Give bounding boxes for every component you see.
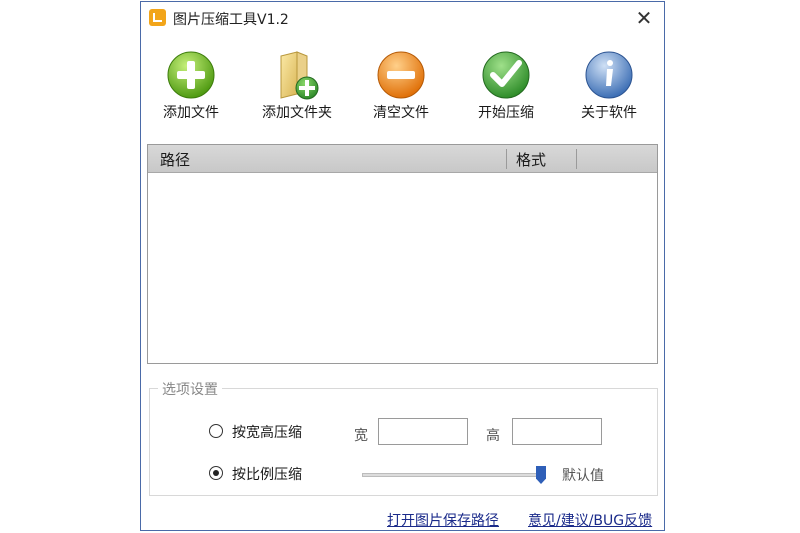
app-window: 图片压缩工具V1.2 ✕ 添加文件 添加文件夹 清空文件 开始压缩 关于软件 路… — [140, 1, 665, 531]
info-circle-icon — [585, 51, 633, 99]
by-ratio-radio[interactable] — [209, 466, 223, 480]
app-icon — [149, 9, 166, 26]
by-size-label[interactable]: 按宽高压缩 — [232, 422, 302, 442]
about-button[interactable]: 关于软件 — [559, 50, 659, 130]
column-divider[interactable] — [506, 149, 507, 169]
title-bar: 图片压缩工具V1.2 ✕ — [141, 2, 664, 34]
about-label: 关于软件 — [581, 105, 637, 121]
add-folder-label: 添加文件夹 — [262, 105, 332, 121]
column-header-path[interactable]: 路径 — [160, 149, 190, 170]
feedback-link[interactable]: 意见/建议/BUG反馈 — [528, 510, 652, 530]
add-circle-icon — [167, 51, 215, 99]
start-compress-label: 开始压缩 — [478, 105, 534, 121]
column-header-format[interactable]: 格式 — [516, 149, 546, 170]
add-file-button[interactable]: 添加文件 — [141, 50, 241, 130]
width-input[interactable] — [378, 418, 468, 445]
width-label: 宽 — [354, 428, 368, 444]
close-button[interactable]: ✕ — [632, 6, 656, 30]
clear-circle-icon — [377, 51, 425, 99]
add-file-label: 添加文件 — [163, 105, 219, 121]
file-list[interactable]: 路径 格式 — [147, 144, 658, 364]
ratio-slider[interactable] — [362, 466, 546, 484]
by-ratio-label[interactable]: 按比例压缩 — [232, 464, 302, 484]
ratio-slider-thumb[interactable] — [536, 466, 546, 484]
column-divider[interactable] — [576, 149, 577, 169]
options-legend: 选项设置 — [158, 379, 222, 399]
add-folder-icon — [280, 51, 319, 100]
clear-files-label: 清空文件 — [373, 105, 429, 121]
window-title: 图片压缩工具V1.2 — [173, 12, 289, 28]
height-label: 高 — [486, 428, 500, 444]
open-save-path-link[interactable]: 打开图片保存路径 — [387, 510, 499, 530]
add-folder-button[interactable]: 添加文件夹 — [247, 50, 347, 130]
file-list-header: 路径 格式 — [148, 145, 657, 173]
by-size-radio[interactable] — [209, 424, 223, 438]
check-circle-icon — [482, 51, 530, 99]
slider-value-label: 默认值 — [562, 468, 604, 484]
start-compress-button[interactable]: 开始压缩 — [456, 50, 556, 130]
height-input[interactable] — [512, 418, 602, 445]
options-group: 选项设置 按宽高压缩 宽 高 按比例压缩 默认值 — [149, 379, 658, 496]
clear-files-button[interactable]: 清空文件 — [351, 50, 451, 130]
ratio-slider-fill — [363, 474, 541, 476]
